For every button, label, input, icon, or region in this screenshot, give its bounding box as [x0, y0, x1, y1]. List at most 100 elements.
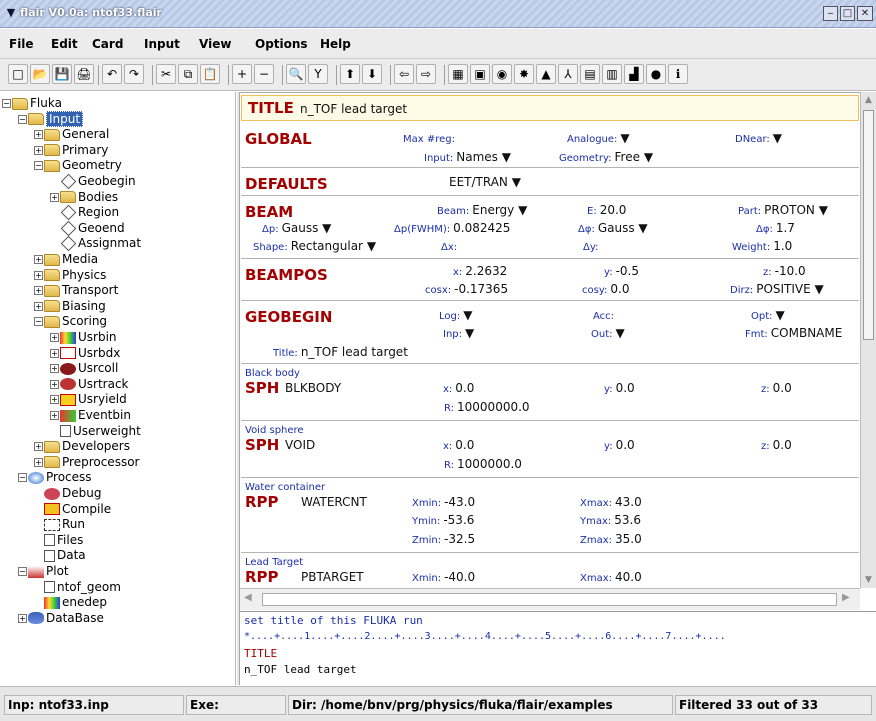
ymax-field[interactable]: 53.6	[614, 513, 641, 527]
xmin-field[interactable]: -43.0	[444, 495, 475, 509]
chevron-down-icon[interactable]: ▼	[502, 150, 511, 164]
expand-icon[interactable]: +	[50, 411, 59, 420]
radius-field[interactable]: 1000000.0	[457, 457, 522, 471]
title-value[interactable]: n_TOF lead target	[300, 102, 407, 116]
move-down-icon[interactable]: ⬇	[362, 64, 382, 84]
close-icon[interactable]: ✕	[857, 6, 873, 21]
tree-item-run[interactable]: Run	[34, 517, 85, 532]
save-icon[interactable]: 💾	[52, 64, 72, 84]
x-field[interactable]: 0.0	[455, 381, 474, 395]
tree-item-usrbdx[interactable]: + Usrbdx	[50, 346, 120, 361]
menu-file[interactable]: File	[9, 37, 34, 51]
menu-options[interactable]: Options	[255, 37, 308, 51]
geometry-icon[interactable]: ▣	[470, 64, 490, 84]
card-rpp-watercnt[interactable]: Water container RPP WATERCNT Xmin: -43.0 …	[241, 479, 859, 553]
inp-dropdown-icon[interactable]: ▼	[465, 326, 474, 340]
card-sph-blkbody[interactable]: Black body SPH BLKBODY x: 0.0 y: 0.0 z: 0.0…	[241, 365, 859, 421]
window-menu-icon[interactable]: ▼	[4, 6, 18, 20]
chevron-down-icon[interactable]: ▼	[322, 221, 331, 235]
y-field[interactable]: 0.0	[616, 438, 635, 452]
expand-icon[interactable]: +	[50, 333, 59, 342]
tree-item-usryield[interactable]: + Usryield	[50, 392, 127, 407]
info-icon[interactable]: ℹ	[668, 64, 688, 84]
tree-item-region[interactable]: Region	[50, 204, 119, 221]
tree-item-fluka[interactable]: − Fluka	[2, 96, 62, 111]
new-icon[interactable]: □	[8, 64, 28, 84]
menu-input[interactable]: Input	[144, 37, 180, 51]
move-up-icon[interactable]: ⬆	[340, 64, 360, 84]
tree-item-geometry[interactable]: − Geometry	[34, 158, 122, 173]
tree-item-files[interactable]: Files	[34, 533, 83, 548]
expand-icon[interactable]: +	[50, 348, 59, 358]
tree-item-scoring[interactable]: − Scoring	[34, 314, 107, 329]
tree-item-developers[interactable]: + Developers	[34, 439, 130, 454]
ymin-field[interactable]: -53.6	[443, 513, 474, 527]
radius-field[interactable]: 10000000.0	[457, 400, 530, 414]
tree-item-general[interactable]: + General	[34, 127, 109, 142]
scroll-thumb[interactable]	[863, 110, 874, 340]
collapse-icon[interactable]: −	[18, 114, 27, 124]
tree-item-biasing[interactable]: + Biasing	[34, 299, 106, 314]
expand-icon[interactable]: +	[34, 442, 43, 452]
tree-item-data[interactable]: Data	[34, 548, 86, 563]
add-icon[interactable]: +	[232, 64, 252, 84]
view-icon[interactable]: ▥	[602, 64, 622, 84]
dphi-field[interactable]: 1.7	[776, 221, 795, 235]
expand-icon[interactable]: +	[34, 145, 43, 155]
y-field[interactable]: -0.5	[616, 264, 639, 278]
tree-item-physics[interactable]: + Physics	[34, 268, 106, 283]
card-beam[interactable]: BEAM Beam: Energy ▼ E: 20.0 Part: PROTON ▼ …	[241, 197, 859, 259]
defaults-select[interactable]: EET/TRAN	[449, 175, 508, 189]
dp-fwhm-field[interactable]: 0.082425	[453, 221, 510, 235]
dnear-dropdown-icon[interactable]: ▼	[773, 131, 782, 145]
tree-item-compile[interactable]: Compile	[34, 502, 111, 517]
chevron-down-icon[interactable]: ▼	[367, 239, 376, 253]
cut-icon[interactable]: ✂	[156, 64, 176, 84]
tree-item-enedep[interactable]: enedep	[34, 595, 107, 610]
chevron-down-icon[interactable]: ▼	[512, 175, 521, 189]
tree-item-eventbin[interactable]: + Eventbin	[50, 408, 131, 423]
process-icon[interactable]: ◉	[492, 64, 512, 84]
collapse-icon[interactable]: −	[2, 99, 11, 108]
cosx-field[interactable]: -0.17365	[454, 282, 508, 296]
geobegin-title-field[interactable]: n_TOF lead target	[301, 345, 408, 359]
print-icon[interactable]: 🖨	[74, 64, 94, 84]
tree-item-process[interactable]: − Process	[18, 470, 92, 485]
body-id[interactable]: VOID	[285, 438, 315, 452]
zmax-field[interactable]: 35.0	[615, 532, 642, 546]
tree-item-geoend[interactable]: Geoend	[50, 220, 125, 237]
input-select[interactable]: Names	[456, 150, 498, 164]
menu-edit[interactable]: Edit	[51, 37, 78, 51]
x-field[interactable]: 0.0	[455, 438, 474, 452]
tree-item-primary[interactable]: + Primary	[34, 143, 108, 158]
paste-icon[interactable]: 📋	[200, 64, 220, 84]
card-horizontal-scrollbar[interactable]: ◀ ▶	[240, 588, 860, 610]
card-defaults[interactable]: DEFAULTS EET/TRAN ▼	[241, 169, 859, 196]
z-field[interactable]: 0.0	[773, 438, 792, 452]
tree-item-database[interactable]: + DataBase	[18, 611, 104, 626]
body-id[interactable]: PBTARGET	[301, 570, 364, 584]
tree-item-input[interactable]: − Input	[18, 110, 84, 127]
expand-icon[interactable]: +	[34, 270, 43, 280]
tree-item-ntof-geom[interactable]: ntof_geom	[34, 580, 121, 595]
out-dropdown-icon[interactable]: ▼	[616, 326, 625, 340]
scroll-thumb[interactable]	[262, 593, 837, 606]
xmax-field[interactable]: 40.0	[615, 570, 642, 584]
collapse-icon[interactable]: −	[34, 317, 43, 327]
dirz-select[interactable]: POSITIVE	[756, 282, 811, 296]
indent-left-icon[interactable]: ⇦	[394, 64, 414, 84]
body-id[interactable]: WATERCNT	[301, 495, 367, 509]
expand-icon[interactable]: +	[34, 130, 43, 140]
scroll-up-icon[interactable]: ▲	[861, 92, 876, 108]
card-geobegin[interactable]: GEOBEGIN Log: ▼ Acc: Opt: ▼ Inp: ▼ Out: ▼ Fm…	[241, 302, 859, 364]
data-icon[interactable]: ▤	[580, 64, 600, 84]
plot2-icon[interactable]: ▟	[624, 64, 644, 84]
tree-item-usrbin[interactable]: + Usrbin	[50, 330, 117, 345]
tree-item-userweight[interactable]: Userweight	[50, 424, 141, 439]
particle-select[interactable]: PROTON	[764, 203, 815, 217]
expand-icon[interactable]: +	[50, 395, 59, 405]
menu-help[interactable]: Help	[320, 37, 351, 51]
menu-card[interactable]: Card	[92, 37, 123, 51]
opt-dropdown-icon[interactable]: ▼	[776, 308, 785, 322]
open-icon[interactable]: 📂	[30, 64, 50, 84]
